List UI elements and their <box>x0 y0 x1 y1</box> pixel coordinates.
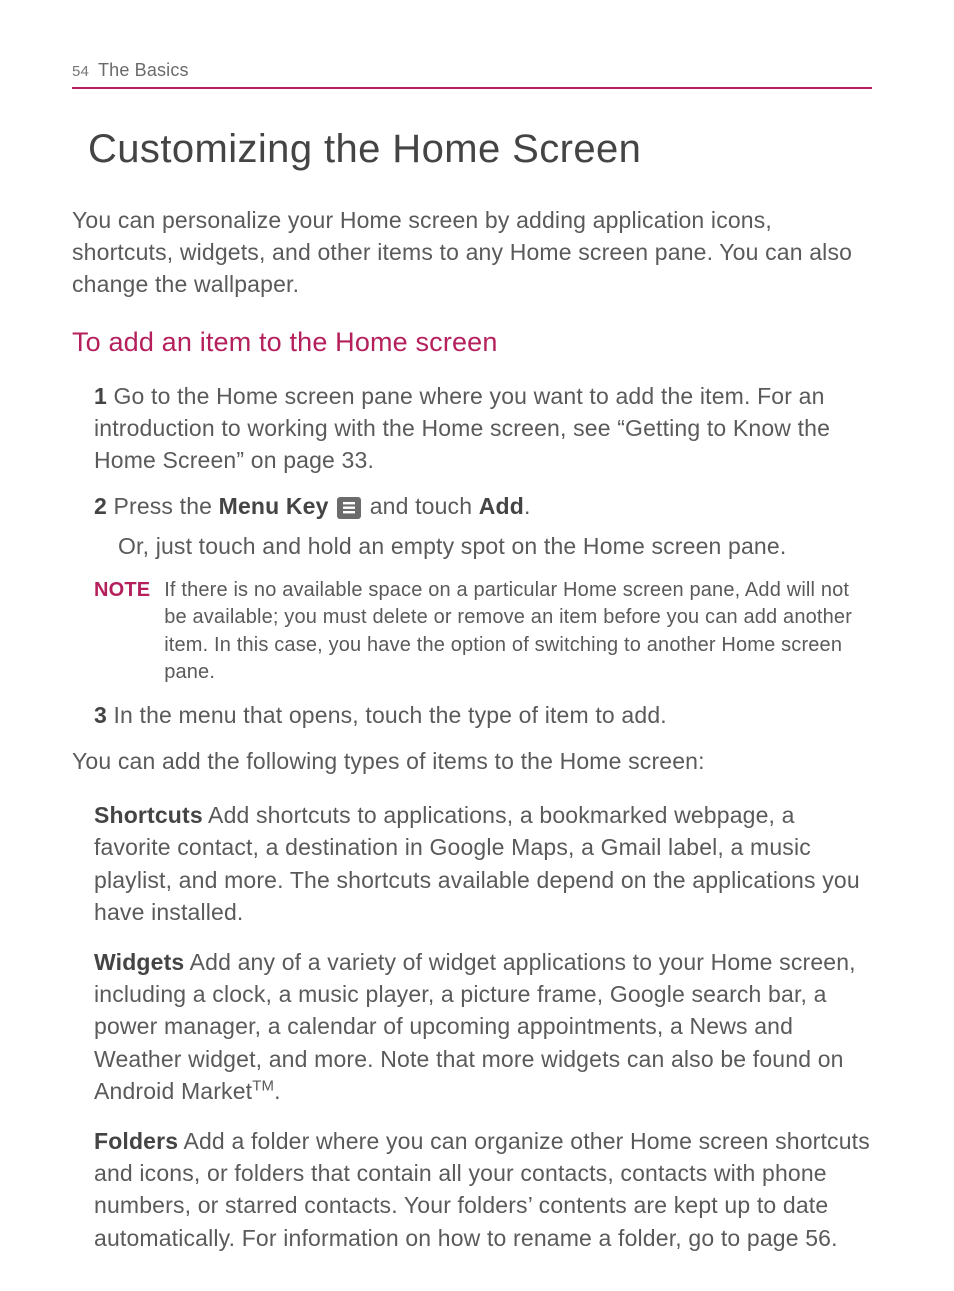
intro-paragraph: You can personalize your Home screen by … <box>72 204 872 301</box>
step-number: 2 <box>94 493 107 519</box>
manual-page: 54 The Basics Customizing the Home Scree… <box>0 0 954 1254</box>
step-2-line2: Or, just touch and hold an empty spot on… <box>118 530 872 562</box>
step-1: 1 Go to the Home screen pane where you w… <box>94 380 872 477</box>
note-label: NOTE <box>94 577 150 687</box>
menu-key-label: Menu Key <box>219 493 329 519</box>
step-3: 3 In the menu that opens, touch the type… <box>94 699 872 731</box>
note-text: If there is no available space on a part… <box>164 577 872 687</box>
step-text-post: . <box>524 493 531 519</box>
item-shortcuts: Shortcuts Add shortcuts to applications,… <box>94 799 872 928</box>
step-text: In the menu that opens, touch the type o… <box>107 702 667 728</box>
item-text: Add shortcuts to applications, a bookmar… <box>94 802 860 925</box>
item-folders: Folders Add a folder where you can organ… <box>94 1125 872 1254</box>
item-text-post: . <box>274 1078 281 1104</box>
step-number: 3 <box>94 702 107 728</box>
item-widgets: Widgets Add any of a variety of widget a… <box>94 946 872 1107</box>
step-text: Go to the Home screen pane where you wan… <box>94 383 830 473</box>
step-text-mid: and touch <box>370 493 479 519</box>
item-label: Widgets <box>94 949 184 975</box>
page-title: Customizing the Home Screen <box>88 127 872 172</box>
item-text-pre: Add any of a variety of widget applicati… <box>94 949 856 1104</box>
sub-heading: To add an item to the Home screen <box>72 327 872 358</box>
item-text: Add a folder where you can organize othe… <box>94 1128 870 1251</box>
lead-paragraph: You can add the following types of items… <box>72 745 872 777</box>
page-number: 54 <box>72 63 89 80</box>
item-label: Shortcuts <box>94 802 203 828</box>
trademark-symbol: TM <box>252 1077 274 1094</box>
step-text-pre: Press the <box>107 493 219 519</box>
menu-key-icon <box>337 497 361 519</box>
section-name: The Basics <box>98 60 189 81</box>
note-block: NOTE If there is no available space on a… <box>94 577 872 687</box>
running-header: 54 The Basics <box>72 60 872 89</box>
add-label: Add <box>479 493 524 519</box>
step-2: 2 Press the Menu Key and touch Add. <box>94 490 872 522</box>
item-label: Folders <box>94 1128 178 1154</box>
step-number: 1 <box>94 383 107 409</box>
